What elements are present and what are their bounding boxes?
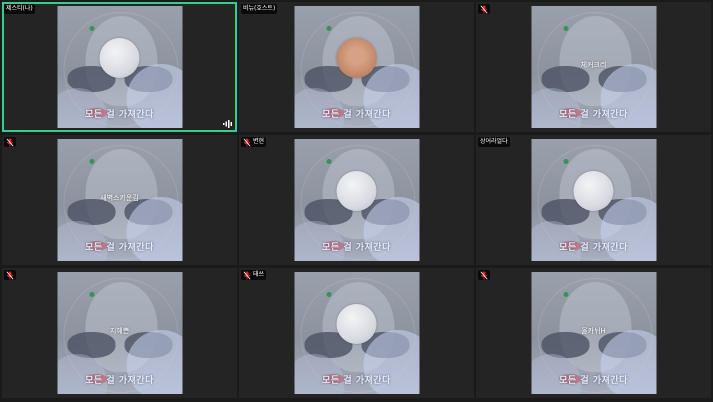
participant-name-bar: 비뉴(호스트) (241, 4, 278, 14)
participant-name-bar: 태쓰 (241, 270, 267, 280)
participant-name: 변현 (253, 138, 265, 145)
participant-tile[interactable]: 모든 걸 가져간다 올카뉘H (476, 268, 711, 398)
participant-video: 모든 걸 가져간다 (294, 272, 419, 394)
mic-muted-icon (480, 5, 488, 14)
participant-avatar (573, 171, 613, 211)
participant-tile[interactable]: 태쓰 모든 걸 가져간다 (239, 268, 474, 398)
video-caption: 모든 걸 가져간다 (559, 376, 628, 386)
video-grid: 제스티(나) 모든 걸 가져간다 비뉴(호스트) 모든 걸 가져간다 모든 걸 … (2, 2, 711, 398)
participant-name-bar: 상어라얼다 (478, 137, 510, 147)
video-caption: 모든 걸 가져간다 (559, 110, 628, 120)
audio-level-icon (223, 120, 233, 128)
participant-tile-host[interactable]: 비뉴(호스트) 모든 걸 가져간다 (239, 2, 474, 132)
participant-overlay-name: 올카뉘H (581, 327, 606, 335)
participant-overlay-name: 새벽스키운김 (100, 194, 139, 202)
video-caption: 모든 걸 가져간다 (559, 243, 628, 253)
participant-photo-avatar (336, 38, 376, 78)
participant-name: 상어라얼다 (480, 138, 508, 145)
participant-name: 태쓰 (253, 271, 265, 278)
video-caption: 모든 걸 가져간다 (85, 376, 154, 386)
participant-name-bar: 변현 (241, 137, 267, 147)
participant-video: 모든 걸 가져간다 (531, 139, 656, 261)
mic-muted-icon (6, 138, 14, 147)
participant-name: 비뉴(호스트) (243, 5, 276, 12)
participant-tile[interactable]: 변현 모든 걸 가져간다 (239, 135, 474, 265)
video-caption: 모든 걸 가져간다 (85, 110, 154, 120)
participant-name-bar: 제스티(나) (4, 4, 35, 14)
mic-muted-icon (480, 271, 488, 280)
participant-avatar (336, 171, 376, 211)
participant-overlay-name: 지혜쁜 (109, 327, 130, 335)
participant-name-bar (478, 270, 490, 280)
participant-tile[interactable]: 모든 걸 가져간다 체커크리 (476, 2, 711, 132)
mic-muted-icon (6, 271, 14, 280)
participant-name-bar (4, 270, 16, 280)
participant-tile[interactable]: 모든 걸 가져간다 지혜쁜 (2, 268, 237, 398)
participant-name: 제스티(나) (6, 5, 33, 12)
participant-overlay-name: 체커크리 (580, 61, 607, 69)
participant-tile[interactable]: 모든 걸 가져간다 새벽스키운김 (2, 135, 237, 265)
participant-video: 모든 걸 가져간다 (57, 6, 182, 128)
participant-tile[interactable]: 상어라얼다 모든 걸 가져간다 (476, 135, 711, 265)
participant-video: 모든 걸 가져간다 (294, 139, 419, 261)
video-caption: 모든 걸 가져간다 (322, 376, 391, 386)
mic-muted-icon (243, 271, 251, 280)
participant-tile-self[interactable]: 제스티(나) 모든 걸 가져간다 (2, 2, 237, 132)
participant-avatar (99, 38, 139, 78)
video-caption: 모든 걸 가져간다 (322, 110, 391, 120)
participant-name-bar (478, 4, 490, 14)
video-caption: 모든 걸 가져간다 (322, 243, 391, 253)
participant-video: 모든 걸 가져간다 (294, 6, 419, 128)
participant-name-bar (4, 137, 16, 147)
mic-muted-icon (243, 138, 251, 147)
video-caption: 모든 걸 가져간다 (85, 243, 154, 253)
participant-avatar (336, 304, 376, 344)
